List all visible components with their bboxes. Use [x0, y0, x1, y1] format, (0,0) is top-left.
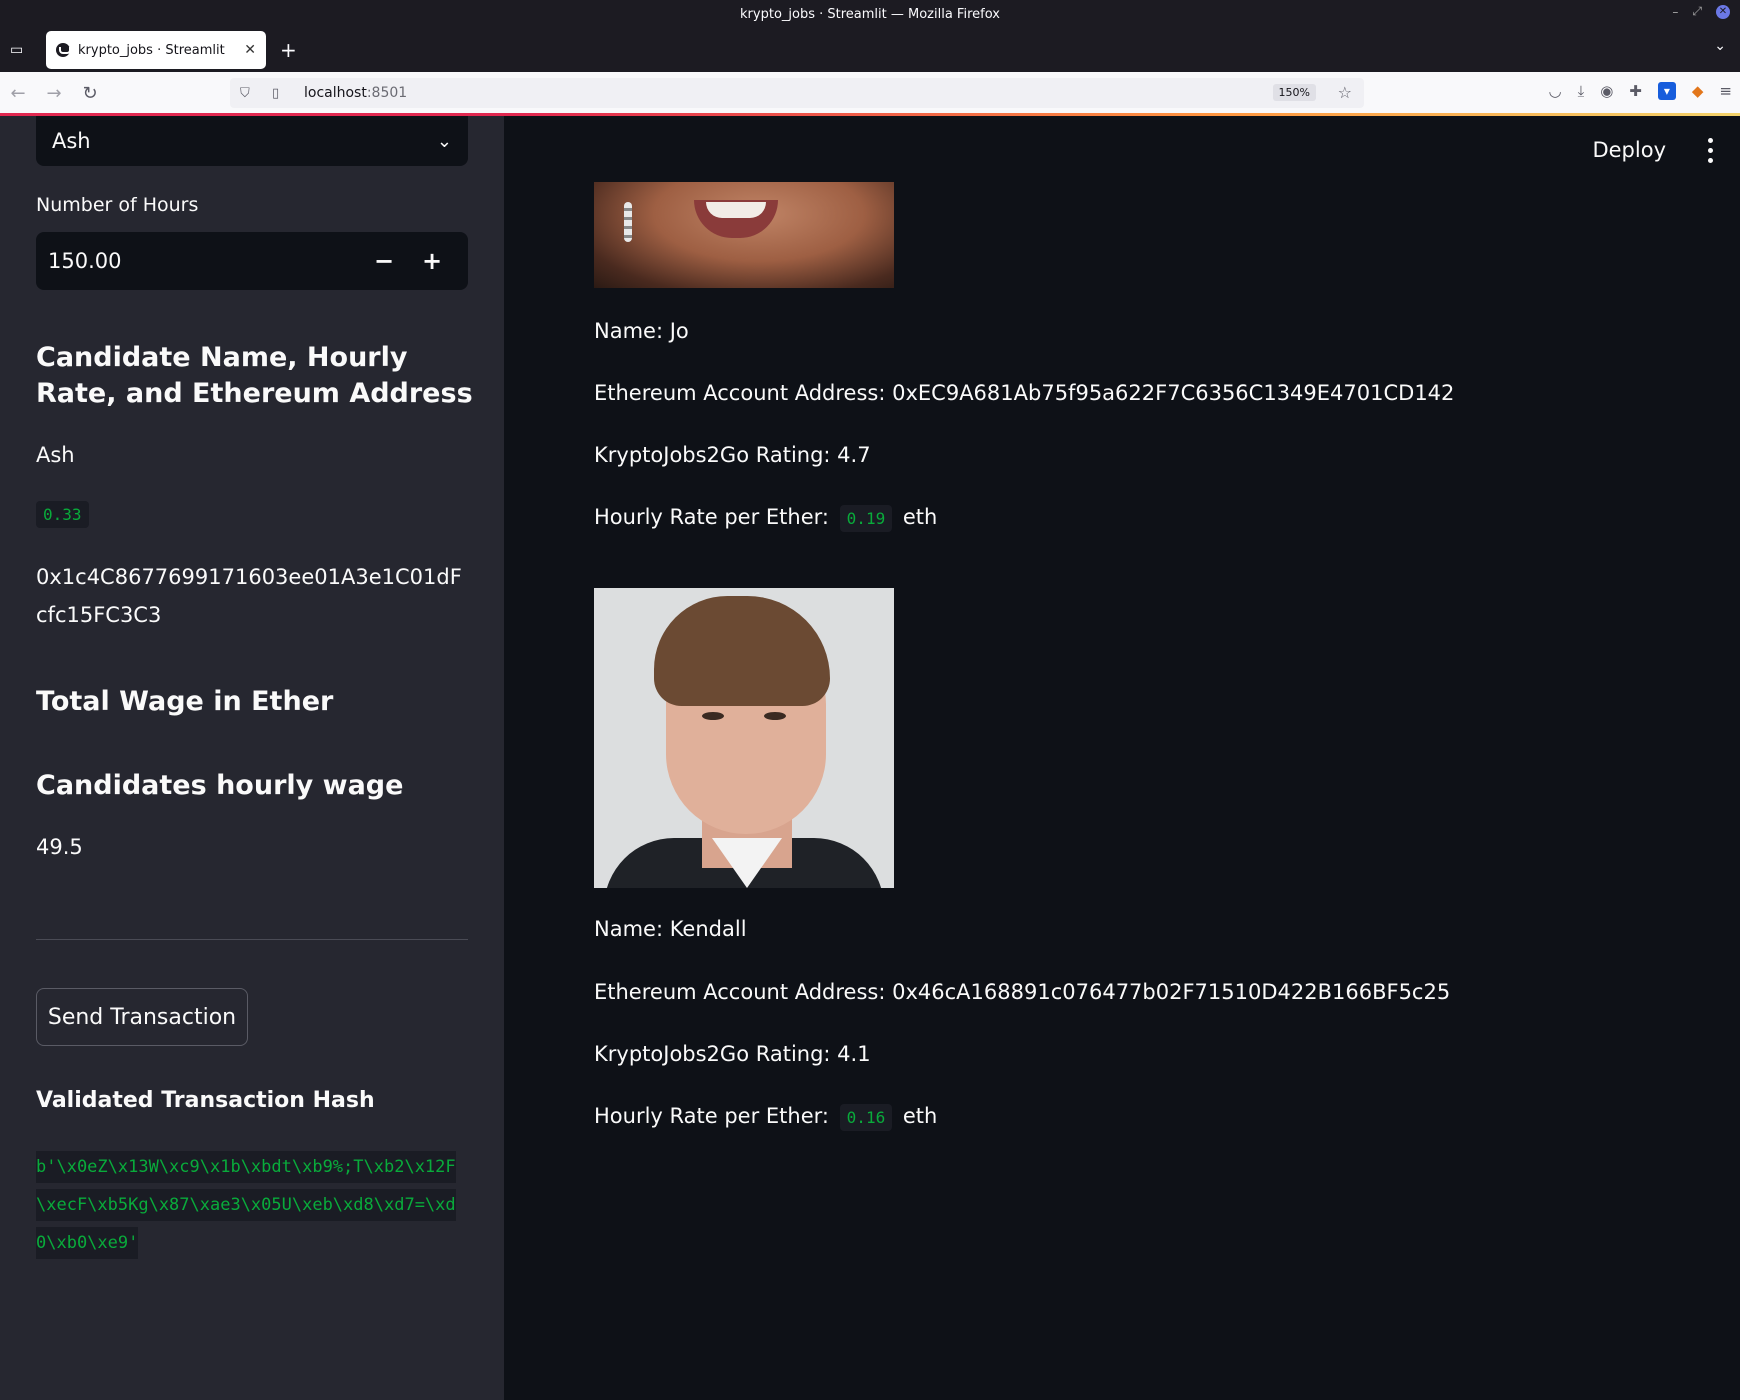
- candidate-name-line: Name: Jo: [594, 319, 689, 343]
- tab-bar: ▭ krypto_jobs · Streamlit ✕ + ⌄: [0, 28, 1740, 72]
- candidate-info-heading: Candidate Name, Hourly Rate, and Ethereu…: [36, 342, 473, 409]
- rate-value: 0.19: [839, 505, 893, 532]
- toolbar-icons: ◡ ⤓ ◉ ✚ ▾ ◆ ≡: [1548, 82, 1732, 100]
- divider: [36, 939, 468, 940]
- pocket-icon[interactable]: ◡: [1548, 82, 1561, 100]
- menu-icon[interactable]: ≡: [1719, 82, 1732, 100]
- navigation-bar: ← → ↻ ⛉ ▯ localhost :8501 150% ☆ ◡ ⤓ ◉ ✚…: [0, 72, 1740, 114]
- rate-unit: eth: [902, 1104, 938, 1128]
- wage-value: 49.5: [36, 835, 83, 859]
- candidate-photo: [594, 588, 894, 888]
- downloads-icon[interactable]: ⤓: [1578, 82, 1585, 100]
- hours-input[interactable]: 150.00 − +: [36, 232, 468, 290]
- candidate-select-value: Ash: [52, 129, 91, 153]
- rate-prefix: Hourly Rate per Ether:: [594, 505, 829, 529]
- window-title: krypto_jobs · Streamlit — Mozilla Firefo…: [740, 6, 1000, 22]
- minimize-icon[interactable]: –: [1672, 5, 1678, 19]
- chevron-down-icon[interactable]: ⌄: [437, 131, 452, 152]
- transaction-hash-box: b'\x0eZ\x13W\xc9\x1b\xbdt\xb9%;T\xb2\x12…: [36, 1148, 462, 1262]
- url-port: :8501: [366, 85, 408, 101]
- bookmark-star-icon[interactable]: ☆: [1338, 83, 1352, 102]
- page-info-icon[interactable]: ▯: [272, 86, 294, 101]
- streamlit-favicon-icon: [56, 43, 71, 57]
- window-controls: – ⤢ ✕: [1672, 4, 1730, 19]
- hours-value[interactable]: 150.00: [48, 249, 360, 273]
- list-all-tabs-icon[interactable]: ⌄: [1714, 38, 1726, 54]
- restore-icon[interactable]: ⤢: [1692, 4, 1702, 19]
- candidate-address: 0x1c4C8677699171603ee01A3e1C01dFcfc15FC3…: [36, 565, 462, 627]
- candidate-address-line: Ethereum Account Address: 0xEC9A681Ab75f…: [594, 381, 1455, 405]
- account-icon[interactable]: ◉: [1600, 82, 1613, 100]
- transaction-hash-value: b'\x0eZ\x13W\xc9\x1b\xbdt\xb9%;T\xb2\x12…: [36, 1151, 456, 1259]
- firefox-view-icon[interactable]: ▭: [10, 42, 30, 58]
- increment-button[interactable]: +: [408, 247, 456, 275]
- url-host: localhost: [304, 85, 367, 101]
- close-window-icon[interactable]: ✕: [1716, 4, 1730, 19]
- decrement-button[interactable]: −: [360, 247, 408, 275]
- candidate-name-line: Name: Kendall: [594, 917, 747, 941]
- rate-value: 0.16: [839, 1104, 893, 1131]
- sidebar: Ash ⌄ Number of Hours 150.00 − + Candida…: [0, 116, 504, 1400]
- window-titlebar: krypto_jobs · Streamlit — Mozilla Firefo…: [0, 0, 1740, 28]
- main-menu-icon[interactable]: [1708, 138, 1714, 163]
- tab-title: krypto_jobs · Streamlit: [78, 42, 225, 58]
- candidate-rate: 0.33: [36, 501, 89, 528]
- shield-icon[interactable]: ⛉: [240, 86, 262, 101]
- rate-prefix: Hourly Rate per Ether:: [594, 1104, 829, 1128]
- hours-label: Number of Hours: [36, 194, 199, 216]
- total-wage-heading: Total Wage in Ether: [36, 686, 334, 717]
- url-bar[interactable]: ⛉ ▯ localhost :8501 150% ☆: [230, 78, 1364, 108]
- candidate-rate-line: Hourly Rate per Ether: 0.16 eth: [594, 1097, 937, 1137]
- candidate-select[interactable]: Ash ⌄: [36, 116, 468, 166]
- deploy-button[interactable]: Deploy: [1592, 138, 1666, 162]
- candidate-rating-line: KryptoJobs2Go Rating: 4.7: [594, 443, 871, 467]
- candidate-photo: [594, 182, 894, 288]
- candidate-name: Ash: [36, 443, 75, 467]
- reload-icon[interactable]: ↻: [72, 83, 108, 104]
- tab-krypto-jobs[interactable]: krypto_jobs · Streamlit ✕: [46, 31, 266, 69]
- bitwarden-icon[interactable]: ▾: [1657, 82, 1676, 100]
- extensions-icon[interactable]: ✚: [1629, 82, 1642, 100]
- candidate-address-line: Ethereum Account Address: 0x46cA168891c0…: [594, 980, 1451, 1004]
- back-icon[interactable]: ←: [0, 83, 36, 104]
- hourly-wage-heading: Candidates hourly wage: [36, 770, 404, 801]
- zoom-indicator[interactable]: 150%: [1272, 84, 1316, 101]
- candidate-rating-line: KryptoJobs2Go Rating: 4.1: [594, 1042, 871, 1066]
- rate-unit: eth: [902, 505, 938, 529]
- close-tab-icon[interactable]: ✕: [244, 42, 256, 58]
- new-tab-icon[interactable]: +: [280, 38, 297, 62]
- candidate-rate-line: Hourly Rate per Ether: 0.19 eth: [594, 498, 937, 538]
- send-transaction-button[interactable]: Send Transaction: [36, 988, 248, 1046]
- main-content: Deploy Name: Jo Ethereum Account Address…: [504, 116, 1740, 1400]
- metamask-icon[interactable]: ◆: [1692, 82, 1704, 100]
- forward-icon[interactable]: →: [36, 83, 72, 104]
- transaction-hash-heading: Validated Transaction Hash: [36, 1088, 375, 1113]
